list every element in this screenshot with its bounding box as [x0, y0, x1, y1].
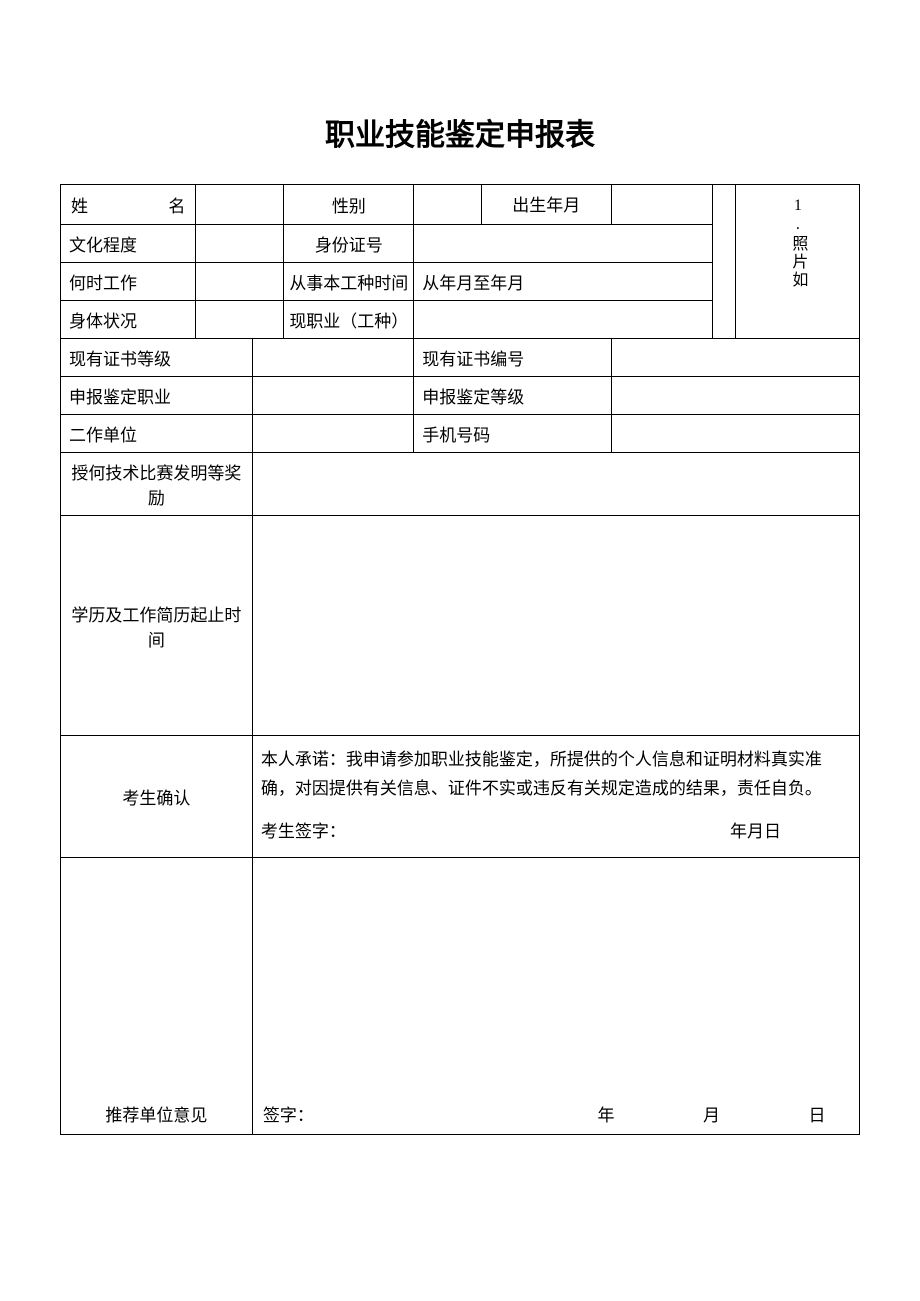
label-resume: 学历及工作简历起止时间: [61, 516, 253, 736]
label-work-unit: 二作单位: [61, 415, 253, 453]
label-apply-occupation: 申报鉴定职业: [61, 377, 253, 415]
label-recommend: 推荐单位意见: [61, 857, 253, 1134]
label-birth: 出生年月: [481, 185, 611, 225]
field-health[interactable]: [196, 301, 284, 339]
label-confirm: 考生确认: [61, 736, 253, 858]
field-name[interactable]: [196, 185, 284, 225]
label-work-type-period: 从事本工种时间: [284, 263, 414, 301]
recommend-day: 日: [720, 1101, 826, 1126]
label-phone: 手机号码: [414, 415, 611, 453]
label-gender: 性别: [284, 185, 414, 225]
recommend-month: 月: [615, 1101, 721, 1126]
label-awards: 授何技术比赛发明等奖励: [61, 453, 253, 516]
field-work-period[interactable]: 从年月至年月: [414, 263, 713, 301]
recommend-sign-label: 签字：: [263, 1101, 468, 1126]
pledge-text: 本人承诺：我申请参加职业技能鉴定，所提供的个人信息和证明材料真实准确，对因提供有…: [261, 746, 851, 804]
confirm-date-label: 年月日: [730, 818, 851, 847]
field-id-number[interactable]: [414, 225, 713, 263]
field-cert-number[interactable]: [611, 339, 859, 377]
field-current-occupation[interactable]: [414, 301, 713, 339]
field-birth[interactable]: [611, 185, 713, 225]
page-title: 职业技能鉴定申报表: [60, 110, 860, 154]
label-health: 身体状况: [61, 301, 196, 339]
confirm-sign-label: 考生签字：: [261, 818, 346, 847]
field-apply-occupation[interactable]: [252, 377, 413, 415]
field-start-work[interactable]: [196, 263, 284, 301]
label-id-number: 身份证号: [284, 225, 414, 263]
label-current-occupation: 现职业（工种）: [284, 301, 414, 339]
confirm-cell: 本人承诺：我申请参加职业技能鉴定，所提供的个人信息和证明材料真实准确，对因提供有…: [252, 736, 859, 858]
label-name: 姓 名: [61, 185, 196, 225]
recommend-year: 年: [468, 1101, 615, 1126]
field-resume[interactable]: [252, 516, 859, 736]
label-edu-level: 文化程度: [61, 225, 196, 263]
photo-cell: 1.照片如: [735, 185, 859, 339]
field-work-unit[interactable]: [252, 415, 413, 453]
recommend-cell: 签字： 年 月 日: [252, 857, 859, 1134]
field-gender[interactable]: [414, 185, 482, 225]
field-edu-level[interactable]: [196, 225, 284, 263]
field-phone[interactable]: [611, 415, 859, 453]
label-apply-level: 申报鉴定等级: [414, 377, 611, 415]
field-awards[interactable]: [252, 453, 859, 516]
label-cert-level: 现有证书等级: [61, 339, 253, 377]
label-cert-number: 现有证书编号: [414, 339, 611, 377]
photo-label: 1.照片如: [785, 197, 809, 289]
label-start-work: 何时工作: [61, 263, 196, 301]
field-apply-level[interactable]: [611, 377, 859, 415]
application-form-table: 姓 名 性别 出生年月 1.照片如 文化程度 身份证号 何时工作 从事本工种时间…: [60, 184, 860, 1135]
field-cert-level[interactable]: [252, 339, 413, 377]
photo-divider: [713, 185, 736, 339]
